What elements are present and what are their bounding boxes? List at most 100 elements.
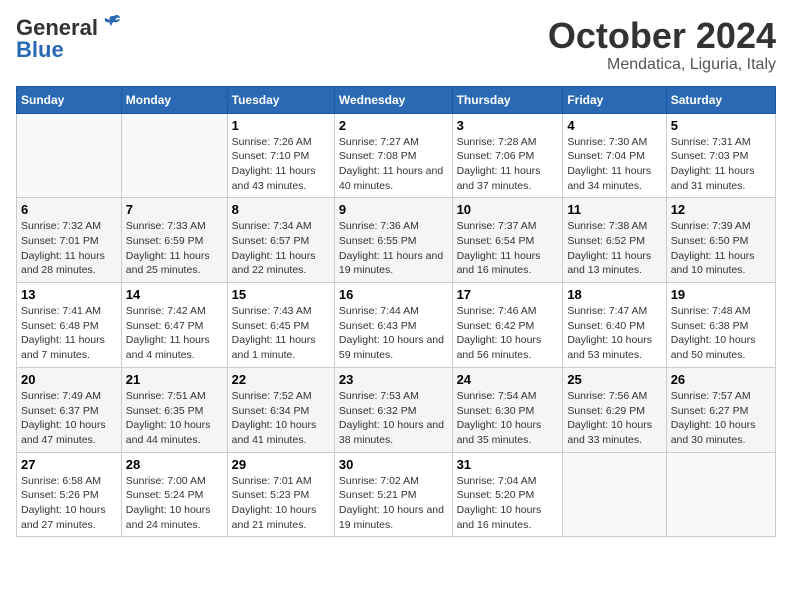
weekday-header-thursday: Thursday: [452, 86, 563, 113]
calendar-body: 1Sunrise: 7:26 AM Sunset: 7:10 PM Daylig…: [17, 113, 776, 537]
calendar-week-row: 6Sunrise: 7:32 AM Sunset: 7:01 PM Daylig…: [17, 198, 776, 283]
logo: General Blue: [16, 16, 122, 61]
day-info: Sunrise: 7:39 AM Sunset: 6:50 PM Dayligh…: [671, 219, 771, 278]
day-number: 13: [21, 287, 117, 302]
day-info: Sunrise: 7:34 AM Sunset: 6:57 PM Dayligh…: [232, 219, 330, 278]
day-info: Sunrise: 7:33 AM Sunset: 6:59 PM Dayligh…: [126, 219, 223, 278]
day-number: 18: [567, 287, 661, 302]
calendar-cell: 22Sunrise: 7:52 AM Sunset: 6:34 PM Dayli…: [227, 367, 334, 452]
weekday-header-tuesday: Tuesday: [227, 86, 334, 113]
calendar-cell: 8 Sunrise: 7:34 AM Sunset: 6:57 PM Daylig…: [227, 198, 334, 283]
calendar-cell: 28 Sunrise: 7:00 AM Sunset: 5:24 PM Dayli…: [121, 452, 227, 537]
calendar-cell: 11 Sunrise: 7:38 AM Sunset: 6:52 PM Dayli…: [563, 198, 666, 283]
calendar-cell: 3Sunrise: 7:28 AM Sunset: 7:06 PM Daylig…: [452, 113, 563, 198]
day-number: 23: [339, 372, 448, 387]
day-info: Sunrise: 7:44 AM Sunset: 6:43 PM Dayligh…: [339, 304, 448, 363]
day-number: 28: [126, 457, 223, 472]
calendar-cell: 16 Sunrise: 7:44 AM Sunset: 6:43 PM Dayli…: [334, 283, 452, 368]
weekday-header-friday: Friday: [563, 86, 666, 113]
weekday-header-wednesday: Wednesday: [334, 86, 452, 113]
day-info: Sunrise: 7:47 AM Sunset: 6:40 PM Dayligh…: [567, 304, 661, 363]
day-info: Sunrise: 6:58 AM Sunset: 5:26 PM Dayligh…: [21, 474, 117, 533]
calendar-cell: 21 Sunrise: 7:51 AM Sunset: 6:35 PM Dayli…: [121, 367, 227, 452]
calendar-cell: 19 Sunrise: 7:48 AM Sunset: 6:38 PM Dayli…: [666, 283, 775, 368]
day-number: 4: [567, 118, 661, 133]
calendar-cell: 1Sunrise: 7:26 AM Sunset: 7:10 PM Daylig…: [227, 113, 334, 198]
day-number: 11: [567, 202, 661, 217]
page-header: General Blue October 2024 Mendatica, Lig…: [16, 16, 776, 74]
day-number: 30: [339, 457, 448, 472]
day-info: Sunrise: 7:00 AM Sunset: 5:24 PM Dayligh…: [126, 474, 223, 533]
calendar-cell: 7 Sunrise: 7:33 AM Sunset: 6:59 PM Daylig…: [121, 198, 227, 283]
calendar-week-row: 20Sunrise: 7:49 AM Sunset: 6:37 PM Dayli…: [17, 367, 776, 452]
day-info: Sunrise: 7:38 AM Sunset: 6:52 PM Dayligh…: [567, 219, 661, 278]
calendar-cell: [563, 452, 666, 537]
calendar-cell: 31 Sunrise: 7:04 AM Sunset: 5:20 PM Dayli…: [452, 452, 563, 537]
day-number: 19: [671, 287, 771, 302]
calendar-cell: 24 Sunrise: 7:54 AM Sunset: 6:30 PM Dayli…: [452, 367, 563, 452]
calendar-header: SundayMondayTuesdayWednesdayThursdayFrid…: [17, 86, 776, 113]
day-number: 20: [21, 372, 117, 387]
calendar-week-row: 1Sunrise: 7:26 AM Sunset: 7:10 PM Daylig…: [17, 113, 776, 198]
day-info: Sunrise: 7:27 AM Sunset: 7:08 PM Dayligh…: [339, 135, 448, 194]
calendar-cell: 14Sunrise: 7:42 AM Sunset: 6:47 PM Dayli…: [121, 283, 227, 368]
calendar-cell: [666, 452, 775, 537]
day-number: 8: [232, 202, 330, 217]
location-subtitle: Mendatica, Liguria, Italy: [548, 56, 776, 74]
day-number: 15: [232, 287, 330, 302]
day-info: Sunrise: 7:56 AM Sunset: 6:29 PM Dayligh…: [567, 389, 661, 448]
day-number: 1: [232, 118, 330, 133]
day-number: 29: [232, 457, 330, 472]
weekday-header-row: SundayMondayTuesdayWednesdayThursdayFrid…: [17, 86, 776, 113]
day-number: 26: [671, 372, 771, 387]
calendar-cell: 20Sunrise: 7:49 AM Sunset: 6:37 PM Dayli…: [17, 367, 122, 452]
month-year-title: October 2024: [548, 16, 776, 56]
weekday-header-saturday: Saturday: [666, 86, 775, 113]
day-number: 24: [457, 372, 559, 387]
day-info: Sunrise: 7:57 AM Sunset: 6:27 PM Dayligh…: [671, 389, 771, 448]
day-number: 9: [339, 202, 448, 217]
day-info: Sunrise: 7:01 AM Sunset: 5:23 PM Dayligh…: [232, 474, 330, 533]
logo-general-text: General: [16, 17, 98, 39]
day-number: 16: [339, 287, 448, 302]
day-info: Sunrise: 7:30 AM Sunset: 7:04 PM Dayligh…: [567, 135, 661, 194]
calendar-cell: 13 Sunrise: 7:41 AM Sunset: 6:48 PM Dayli…: [17, 283, 122, 368]
calendar-cell: 15Sunrise: 7:43 AM Sunset: 6:45 PM Dayli…: [227, 283, 334, 368]
calendar-cell: 5Sunrise: 7:31 AM Sunset: 7:03 PM Daylig…: [666, 113, 775, 198]
day-info: Sunrise: 7:37 AM Sunset: 6:54 PM Dayligh…: [457, 219, 559, 278]
day-number: 31: [457, 457, 559, 472]
day-info: Sunrise: 7:04 AM Sunset: 5:20 PM Dayligh…: [457, 474, 559, 533]
day-number: 27: [21, 457, 117, 472]
calendar-cell: 4 Sunrise: 7:30 AM Sunset: 7:04 PM Daylig…: [563, 113, 666, 198]
day-info: Sunrise: 7:51 AM Sunset: 6:35 PM Dayligh…: [126, 389, 223, 448]
calendar-cell: 6Sunrise: 7:32 AM Sunset: 7:01 PM Daylig…: [17, 198, 122, 283]
weekday-header-monday: Monday: [121, 86, 227, 113]
day-info: Sunrise: 7:32 AM Sunset: 7:01 PM Dayligh…: [21, 219, 117, 278]
day-info: Sunrise: 7:48 AM Sunset: 6:38 PM Dayligh…: [671, 304, 771, 363]
day-number: 12: [671, 202, 771, 217]
calendar-table: SundayMondayTuesdayWednesdayThursdayFrid…: [16, 86, 776, 538]
logo-blue-text: Blue: [16, 39, 64, 61]
day-number: 21: [126, 372, 223, 387]
calendar-week-row: 13 Sunrise: 7:41 AM Sunset: 6:48 PM Dayli…: [17, 283, 776, 368]
day-info: Sunrise: 7:42 AM Sunset: 6:47 PM Dayligh…: [126, 304, 223, 363]
day-info: Sunrise: 7:41 AM Sunset: 6:48 PM Dayligh…: [21, 304, 117, 363]
calendar-week-row: 27 Sunrise: 6:58 AM Sunset: 5:26 PM Dayli…: [17, 452, 776, 537]
calendar-cell: 29 Sunrise: 7:01 AM Sunset: 5:23 PM Dayli…: [227, 452, 334, 537]
calendar-cell: 18 Sunrise: 7:47 AM Sunset: 6:40 PM Dayli…: [563, 283, 666, 368]
day-info: Sunrise: 7:36 AM Sunset: 6:55 PM Dayligh…: [339, 219, 448, 278]
calendar-cell: 10Sunrise: 7:37 AM Sunset: 6:54 PM Dayli…: [452, 198, 563, 283]
day-number: 7: [126, 202, 223, 217]
day-info: Sunrise: 7:53 AM Sunset: 6:32 PM Dayligh…: [339, 389, 448, 448]
day-number: 17: [457, 287, 559, 302]
calendar-cell: 30Sunrise: 7:02 AM Sunset: 5:21 PM Dayli…: [334, 452, 452, 537]
title-block: October 2024 Mendatica, Liguria, Italy: [548, 16, 776, 74]
day-info: Sunrise: 7:46 AM Sunset: 6:42 PM Dayligh…: [457, 304, 559, 363]
day-info: Sunrise: 7:31 AM Sunset: 7:03 PM Dayligh…: [671, 135, 771, 194]
calendar-cell: [121, 113, 227, 198]
calendar-cell: 12 Sunrise: 7:39 AM Sunset: 6:50 PM Dayli…: [666, 198, 775, 283]
calendar-cell: 23 Sunrise: 7:53 AM Sunset: 6:32 PM Dayli…: [334, 367, 452, 452]
day-info: Sunrise: 7:28 AM Sunset: 7:06 PM Dayligh…: [457, 135, 559, 194]
day-info: Sunrise: 7:54 AM Sunset: 6:30 PM Dayligh…: [457, 389, 559, 448]
weekday-header-sunday: Sunday: [17, 86, 122, 113]
